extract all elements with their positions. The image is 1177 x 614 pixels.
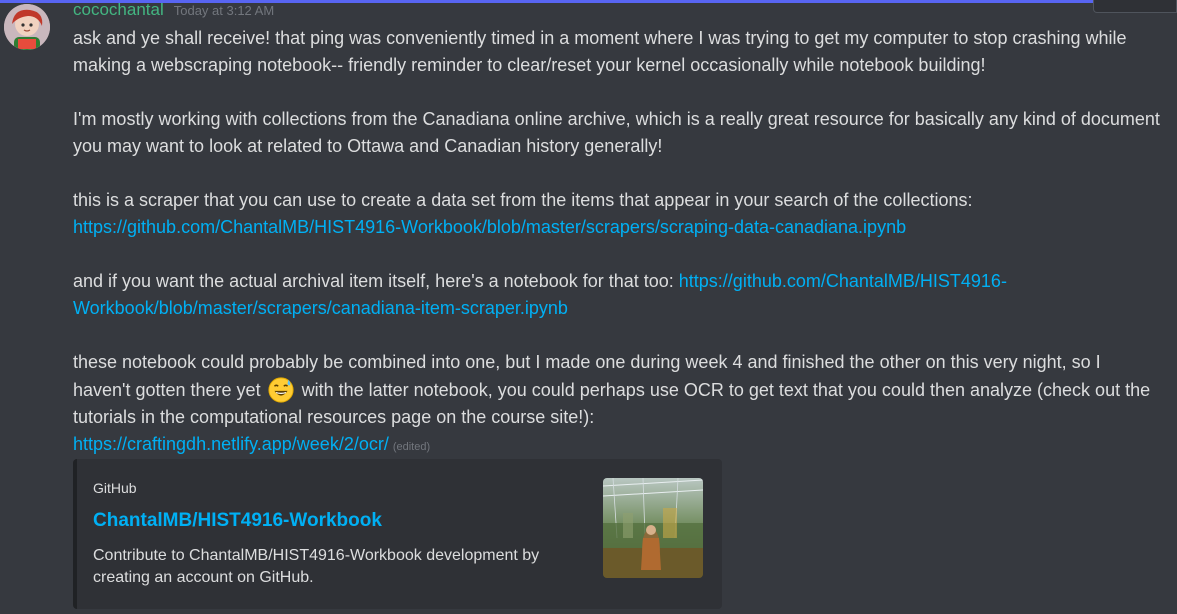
embed-description: Contribute to ChantalMB/HIST4916-Workboo… (93, 547, 540, 586)
timestamp[interactable]: Today at 3:12 AM (174, 3, 274, 18)
scraper-link[interactable]: https://github.com/ChantalMB/HIST4916-Wo… (73, 217, 906, 237)
sweat-smile-emoji-icon[interactable] (266, 376, 296, 403)
message-paragraph-4: and if you want the actual archival item… (73, 268, 1163, 322)
username[interactable]: cocochantal (73, 0, 164, 20)
chat-message: cocochantal Today at 3:12 AM ask and ye … (73, 0, 1163, 461)
edited-label[interactable]: (edited) (393, 441, 430, 453)
paragraph-4-text: and if you want the actual archival item… (73, 271, 679, 291)
message-paragraph-1: ask and ye shall receive! that ping was … (73, 28, 1127, 75)
avatar-image (4, 4, 50, 50)
link-embed: GitHub ChantalMB/HIST4916-Workbook Contr… (73, 459, 722, 609)
embed-title-link[interactable]: ChantalMB/HIST4916-Workbook (93, 510, 382, 532)
embed-thumbnail-image[interactable] (603, 478, 703, 578)
ocr-tutorial-link[interactable]: https://craftingdh.netlify.app/week/2/oc… (73, 434, 389, 454)
message-header: cocochantal Today at 3:12 AM (73, 0, 1163, 22)
embed-provider: GitHub (93, 480, 137, 496)
paragraph-3-text: this is a scraper that you can use to cr… (73, 190, 973, 210)
message-paragraph-2: I'm mostly working with collections from… (73, 109, 1160, 156)
message-paragraph-5: these notebook could probably be combine… (73, 349, 1163, 461)
avatar[interactable] (4, 4, 50, 50)
message-paragraph-3: this is a scraper that you can use to cr… (73, 187, 1163, 241)
